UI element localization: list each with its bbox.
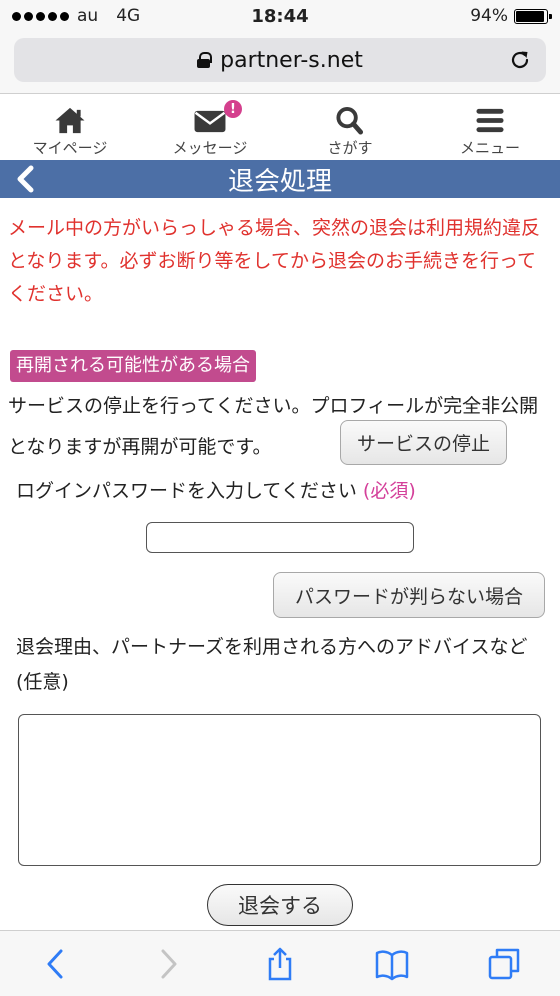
- network-label: 4G: [116, 6, 141, 26]
- url-text: partner-s.net: [220, 47, 363, 73]
- battery-percent: 94%: [470, 6, 508, 26]
- nav-label-search: さがす: [327, 139, 373, 157]
- reason-label: 退会理由、パートナーズを利用される方へのアドバイスなど (任意): [16, 636, 528, 693]
- browser-bookmarks-button[interactable]: [372, 944, 412, 984]
- search-icon: [336, 106, 364, 135]
- nav-label-mypage: マイページ: [32, 139, 108, 157]
- nav-label-messages: メッセージ: [172, 139, 248, 157]
- back-arrow-icon: [47, 949, 63, 978]
- battery-fill: [516, 10, 545, 22]
- app-nav: マイページ ! メッセージ さがす メニュー: [0, 96, 560, 158]
- signal-strength-icon: [12, 11, 69, 21]
- section-tag-resume: 再開される可能性がある場合: [10, 350, 256, 382]
- browser-tabs-button[interactable]: [484, 944, 524, 984]
- battery-icon: [514, 8, 552, 24]
- lock-icon: [197, 52, 213, 68]
- address-bar[interactable]: partner-s.net: [14, 38, 546, 82]
- reload-icon[interactable]: [508, 48, 532, 72]
- carrier-label: au: [77, 6, 99, 26]
- forward-arrow-icon: [161, 949, 177, 978]
- menu-icon: [476, 108, 504, 133]
- password-required-mark: (必須): [362, 480, 416, 502]
- status-left: au 4G: [12, 6, 140, 26]
- book-icon: [375, 949, 409, 980]
- status-right: 94%: [470, 6, 552, 26]
- mail-icon: [194, 110, 226, 133]
- share-icon: [268, 947, 292, 980]
- page-title: 退会処理: [227, 166, 332, 197]
- browser-share-button[interactable]: [260, 944, 300, 984]
- browser-address-area: partner-s.net: [0, 32, 560, 94]
- password-label-text: ログインパスワードを入力してください: [16, 480, 357, 502]
- withdrawal-warning: メール中の方がいらっしゃる場合、突然の退会は利用規約違反となります。必ずお断り等…: [8, 217, 541, 305]
- password-label: ログインパスワードを入力してください (必須): [16, 476, 416, 503]
- nav-item-messages[interactable]: ! メッセージ: [140, 96, 280, 158]
- nav-label-menu: メニュー: [459, 139, 520, 157]
- nav-item-mypage[interactable]: マイページ: [0, 96, 140, 158]
- browser-forward-button[interactable]: [148, 944, 188, 984]
- password-input[interactable]: [146, 522, 414, 553]
- title-bar: 退会処理: [0, 160, 560, 198]
- message-badge: !: [224, 100, 242, 118]
- status-bar: au 4G 18:44 94%: [0, 0, 560, 32]
- reason-textarea[interactable]: [18, 714, 541, 866]
- browser-toolbar: [0, 930, 560, 996]
- pause-service-button[interactable]: サービスの停止: [340, 420, 507, 465]
- back-chevron-icon[interactable]: [12, 164, 38, 194]
- home-icon: [55, 107, 85, 134]
- nav-item-search[interactable]: さがす: [280, 96, 420, 158]
- nav-item-menu[interactable]: メニュー: [420, 96, 560, 158]
- browser-back-button[interactable]: [36, 944, 76, 984]
- tabs-icon: [488, 948, 520, 979]
- withdraw-button[interactable]: 退会する: [207, 884, 353, 926]
- forgot-password-button[interactable]: パスワードが判らない場合: [273, 572, 545, 618]
